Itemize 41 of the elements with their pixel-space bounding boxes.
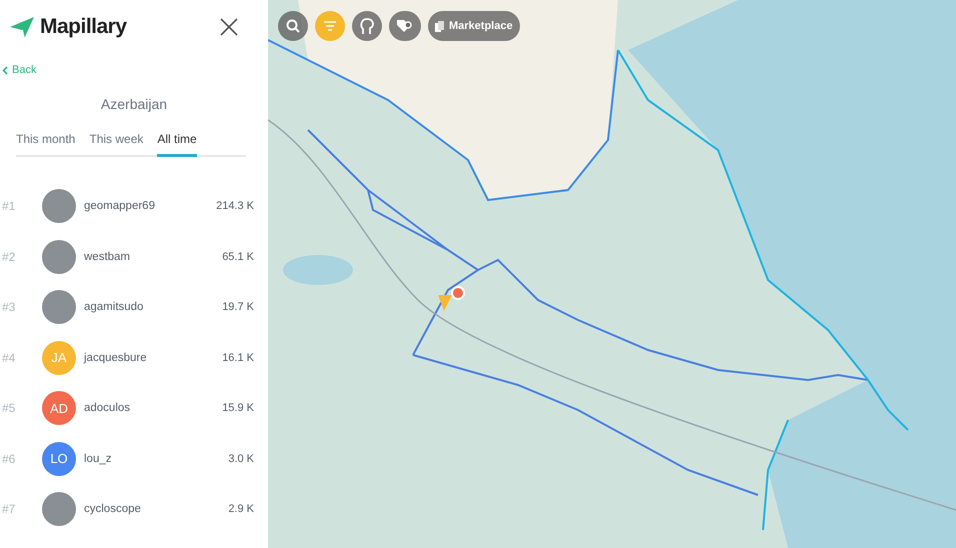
- initials-avatar: AD: [42, 391, 76, 426]
- avatar-photo: [42, 290, 76, 324]
- search-icon: [286, 19, 300, 33]
- rank-number: #6: [2, 452, 16, 466]
- username[interactable]: adoculos: [84, 402, 222, 414]
- image-count: 214.3 K: [216, 200, 254, 212]
- head-icon: [360, 18, 374, 34]
- rank-number: #4: [2, 350, 16, 365]
- image-count: 16.1 K: [222, 352, 254, 364]
- avatar-photo: [42, 189, 76, 224]
- username[interactable]: agamitsudo: [84, 301, 222, 314]
- avatar-photo: [42, 240, 76, 274]
- rank-number: #7: [2, 502, 16, 516]
- brand-name: Mapillary: [40, 15, 127, 39]
- username[interactable]: jacquesbure: [84, 352, 222, 364]
- username[interactable]: cycloscope: [84, 503, 228, 516]
- filter-icon: [324, 21, 336, 31]
- image-count: 2.9 K: [228, 503, 254, 516]
- period-tab[interactable]: This week: [89, 132, 144, 157]
- rank-number: #5: [2, 401, 16, 416]
- rank-number: #3: [2, 300, 16, 314]
- documents-icon: [435, 20, 445, 32]
- image-count: 65.1 K: [222, 250, 254, 263]
- chevron-left-icon: [2, 66, 8, 74]
- initials-avatar: JA: [42, 340, 76, 375]
- rank-number: #1: [2, 199, 16, 214]
- image-count: 15.9 K: [222, 402, 254, 414]
- username[interactable]: lou_z: [84, 452, 228, 465]
- image-count: 19.7 K: [222, 301, 254, 314]
- username[interactable]: geomapper69: [84, 200, 216, 212]
- marketplace-button[interactable]: Marketplace: [428, 11, 520, 41]
- tag-search-icon: [396, 19, 414, 33]
- rank-number: #2: [2, 250, 16, 264]
- period-tab[interactable]: This month: [16, 132, 76, 157]
- period-tab[interactable]: All time: [157, 132, 197, 157]
- close-button[interactable]: [218, 16, 240, 38]
- avatar-photo: [42, 492, 76, 526]
- initials-avatar: LO: [42, 442, 76, 476]
- image-count: 3.0 K: [228, 452, 254, 465]
- region-title: Azerbaijan: [100, 96, 168, 112]
- username[interactable]: westbam: [84, 250, 222, 263]
